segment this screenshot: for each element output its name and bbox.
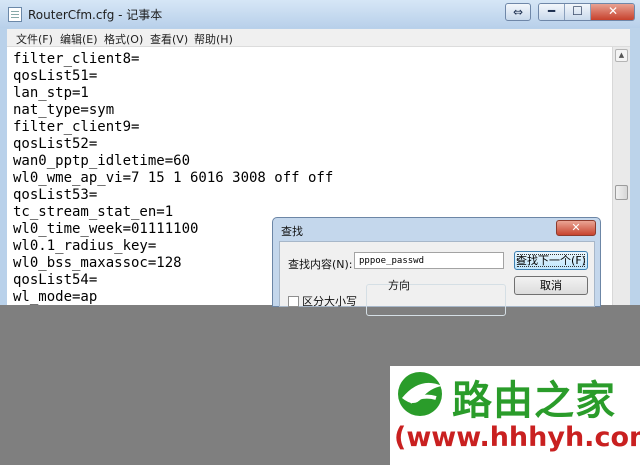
watermark-url: (www.hhhyh.com) bbox=[394, 422, 640, 453]
scrollbar-thumb[interactable] bbox=[615, 185, 628, 200]
find-what-input[interactable]: pppoe_passwd bbox=[354, 252, 504, 269]
title-bar[interactable]: RouterCfm.cfg - 记事本 ⇔ ━ ☐ ✕ bbox=[0, 0, 640, 28]
match-case-checkbox[interactable] bbox=[288, 296, 299, 307]
editor-line: wl0_time_week=01111100 bbox=[13, 221, 199, 237]
find-what-label: 查找内容(N): bbox=[288, 258, 353, 271]
editor-line: qosList53= bbox=[13, 187, 98, 203]
menu-format[interactable]: 格式(O) bbox=[104, 31, 143, 47]
editor-line: lan_stp=1 bbox=[13, 85, 89, 101]
editor-line: wl_mode=ap bbox=[13, 289, 98, 305]
editor-line: nat_type=sym bbox=[13, 102, 115, 118]
direction-label: 方向 bbox=[388, 279, 410, 292]
find-dialog: 查找 ✕ 查找内容(N): pppoe_passwd 查找下一个(F) 取消 方… bbox=[272, 217, 601, 316]
editor-line: wan0_pptp_idletime=60 bbox=[13, 153, 191, 169]
cancel-button[interactable]: 取消 bbox=[514, 276, 588, 295]
editor-line: wl0.1_radius_key= bbox=[13, 238, 157, 254]
editor-line: qosList52= bbox=[13, 136, 98, 152]
vertical-scrollbar[interactable]: ▲ bbox=[612, 47, 630, 305]
menu-file[interactable]: 文件(F) bbox=[16, 31, 53, 47]
direction-group bbox=[366, 284, 506, 316]
editor-line: filter_client8= bbox=[13, 51, 140, 67]
close-button[interactable]: ✕ bbox=[591, 4, 634, 20]
window-frame-right bbox=[630, 28, 640, 305]
minimize-button[interactable]: ━ bbox=[539, 4, 565, 20]
match-case-label: 区分大小写 bbox=[302, 295, 357, 308]
maximize-button[interactable]: ☐ bbox=[565, 4, 591, 20]
window-title: RouterCfm.cfg - 记事本 bbox=[28, 8, 163, 22]
menu-view[interactable]: 查看(V) bbox=[150, 31, 188, 47]
editor-line: wl0_wme_ap_vi=7 15 1 6016 3008 off off bbox=[13, 170, 334, 186]
menu-bar: 文件(F) 编辑(E) 格式(O) 查看(V) 帮助(H) bbox=[7, 29, 633, 47]
watermark-logo-icon bbox=[398, 372, 442, 416]
editor-line: qosList51= bbox=[13, 68, 98, 84]
notepad-icon bbox=[8, 7, 22, 22]
menu-help[interactable]: 帮助(H) bbox=[194, 31, 233, 47]
menu-edit[interactable]: 编辑(E) bbox=[60, 31, 98, 47]
find-next-button[interactable]: 查找下一个(F) bbox=[514, 251, 588, 270]
editor-line: tc_stream_stat_en=1 bbox=[13, 204, 174, 220]
editor-line: wl0_bss_maxassoc=128 bbox=[13, 255, 182, 271]
find-dialog-close-button[interactable]: ✕ bbox=[556, 220, 596, 236]
editor-line: qosList54= bbox=[13, 272, 98, 288]
snap-button[interactable]: ⇔ bbox=[505, 3, 531, 21]
caption-buttons: ━ ☐ ✕ bbox=[538, 3, 635, 21]
find-dialog-body: 查找内容(N): pppoe_passwd 查找下一个(F) 取消 方向 区分大… bbox=[279, 241, 595, 316]
editor-line: filter_client9= bbox=[13, 119, 140, 135]
scroll-up-arrow-icon[interactable]: ▲ bbox=[615, 49, 628, 62]
watermark-brand: 路由之家 bbox=[452, 378, 616, 424]
find-dialog-title: 查找 bbox=[281, 225, 303, 238]
